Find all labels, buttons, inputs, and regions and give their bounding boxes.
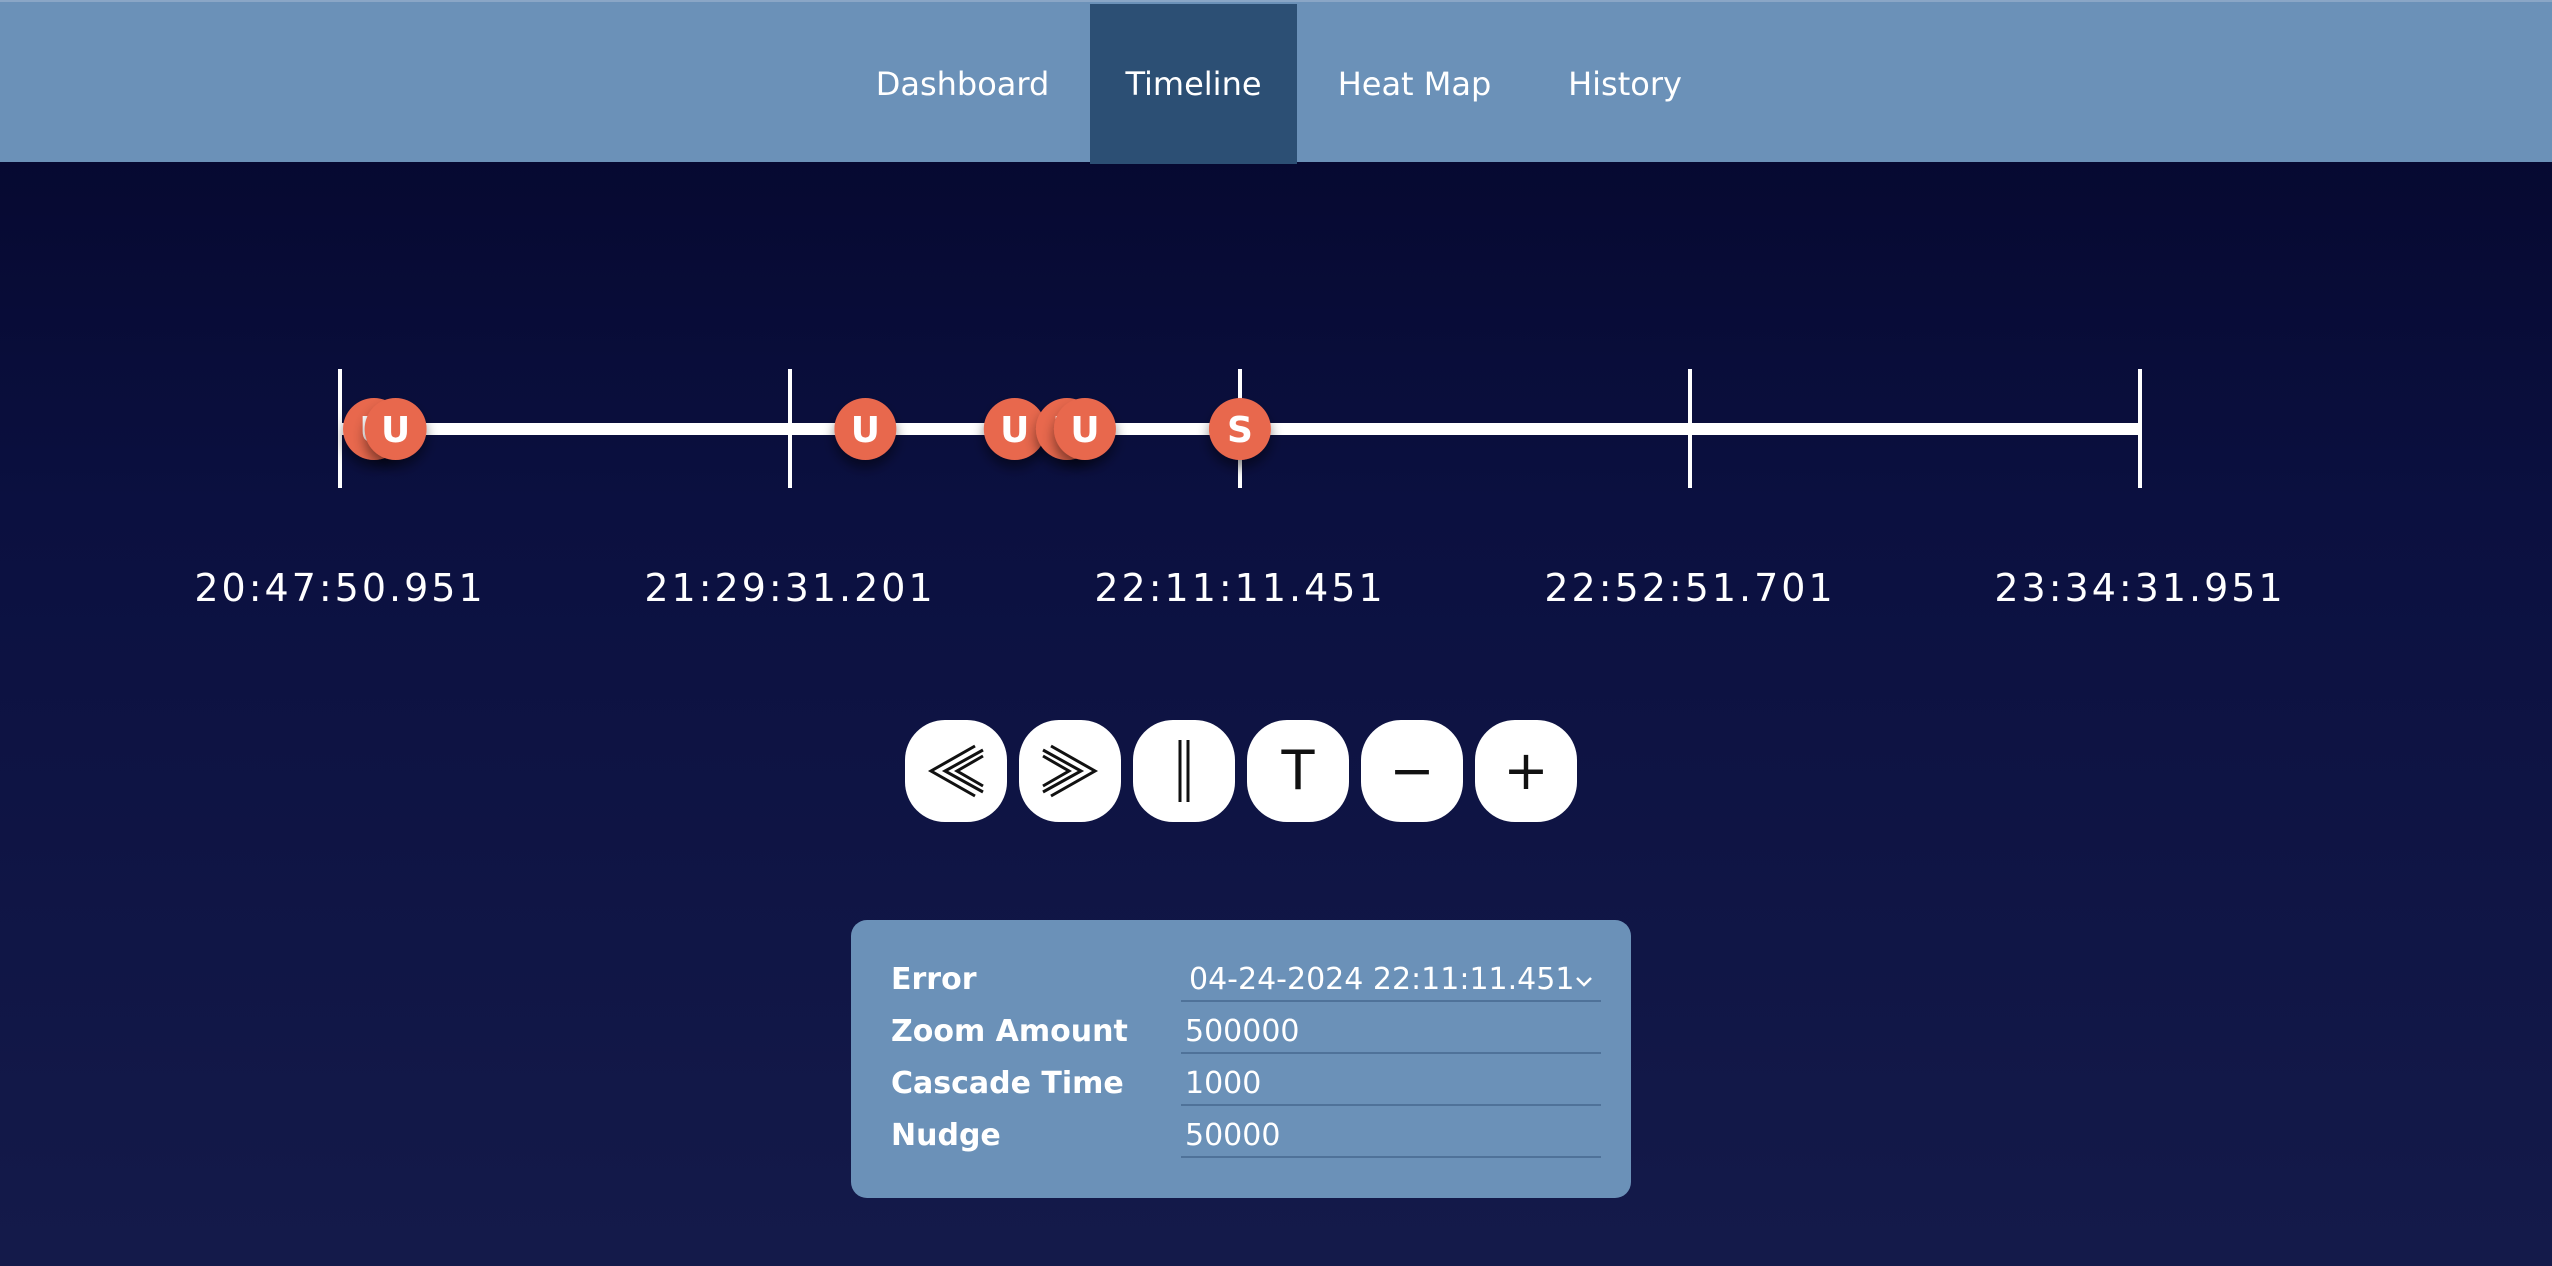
- zoom-out-button[interactable]: −: [1361, 720, 1463, 822]
- pause-bars-icon: [1178, 740, 1190, 802]
- text-button[interactable]: T: [1247, 720, 1349, 822]
- event-marker[interactable]: S: [1208, 398, 1271, 460]
- tab-timeline[interactable]: Timeline: [1090, 4, 1297, 164]
- timeline-tick-label: 23:34:31.951: [1994, 566, 2285, 610]
- event-marker[interactable]: U: [834, 398, 897, 460]
- event-marker[interactable]: U: [1053, 398, 1116, 460]
- cascade-time-row: Cascade Time 1000: [891, 1058, 1611, 1110]
- double-chevron-left-icon: [927, 744, 984, 798]
- timeline-tick-label: 21:29:31.201: [644, 566, 935, 610]
- event-timeline[interactable]: 20:47:50.951 21:29:31.201 22:11:11.451 22:5…: [0, 340, 2552, 640]
- error-select-value: 04-24-2024 22:11:11.451: [1189, 962, 1575, 997]
- timeline-tick-label: 22:52:51.701: [1544, 566, 1835, 610]
- nudge-label: Nudge: [891, 1118, 1001, 1153]
- timeline-tick-label: 20:47:50.951: [194, 566, 485, 610]
- event-marker-letter: U: [851, 410, 880, 451]
- fast-forward-button[interactable]: [1019, 720, 1121, 822]
- event-marker-letter: S: [1227, 410, 1253, 451]
- error-label: Error: [891, 962, 977, 997]
- zoom-in-button[interactable]: +: [1475, 720, 1577, 822]
- tab-dashboard[interactable]: Dashboard: [860, 4, 1065, 164]
- timeline-tick-label: 22:11:11.451: [1094, 566, 1385, 610]
- tab-history[interactable]: History: [1550, 4, 1700, 164]
- pause-button[interactable]: [1133, 720, 1235, 822]
- top-nav: Dashboard Timeline Heat Map History: [0, 0, 2552, 164]
- timeline-tick-labels: 20:47:50.951 21:29:31.201 22:11:11.451 22:5…: [194, 566, 2285, 610]
- nudge-row: Nudge 50000: [891, 1110, 1611, 1162]
- zoom-amount-input[interactable]: 500000: [1181, 1006, 1601, 1054]
- event-marker[interactable]: U: [364, 398, 427, 460]
- timeline-controls: T − +: [905, 720, 1585, 822]
- tab-heat-map[interactable]: Heat Map: [1322, 4, 1507, 164]
- error-select[interactable]: 04-24-2024 22:11:11.451: [1181, 954, 1601, 1002]
- rewind-button[interactable]: [905, 720, 1007, 822]
- event-marker-letter: U: [1000, 410, 1029, 451]
- double-chevron-right-icon: [1042, 744, 1099, 798]
- cascade-time-label: Cascade Time: [891, 1066, 1124, 1101]
- settings-panel: Error 04-24-2024 22:11:11.451 Zoom Amoun…: [851, 920, 1631, 1198]
- nudge-input[interactable]: 50000: [1181, 1110, 1601, 1158]
- cascade-time-input[interactable]: 1000: [1181, 1058, 1601, 1106]
- event-marker-letter: U: [1070, 410, 1099, 451]
- event-marker-letter: U: [381, 410, 410, 451]
- zoom-amount-label: Zoom Amount: [891, 1014, 1128, 1049]
- zoom-amount-row: Zoom Amount 500000: [891, 1006, 1611, 1058]
- chevron-down-icon: [1576, 977, 1592, 987]
- error-row: Error 04-24-2024 22:11:11.451: [891, 954, 1611, 1006]
